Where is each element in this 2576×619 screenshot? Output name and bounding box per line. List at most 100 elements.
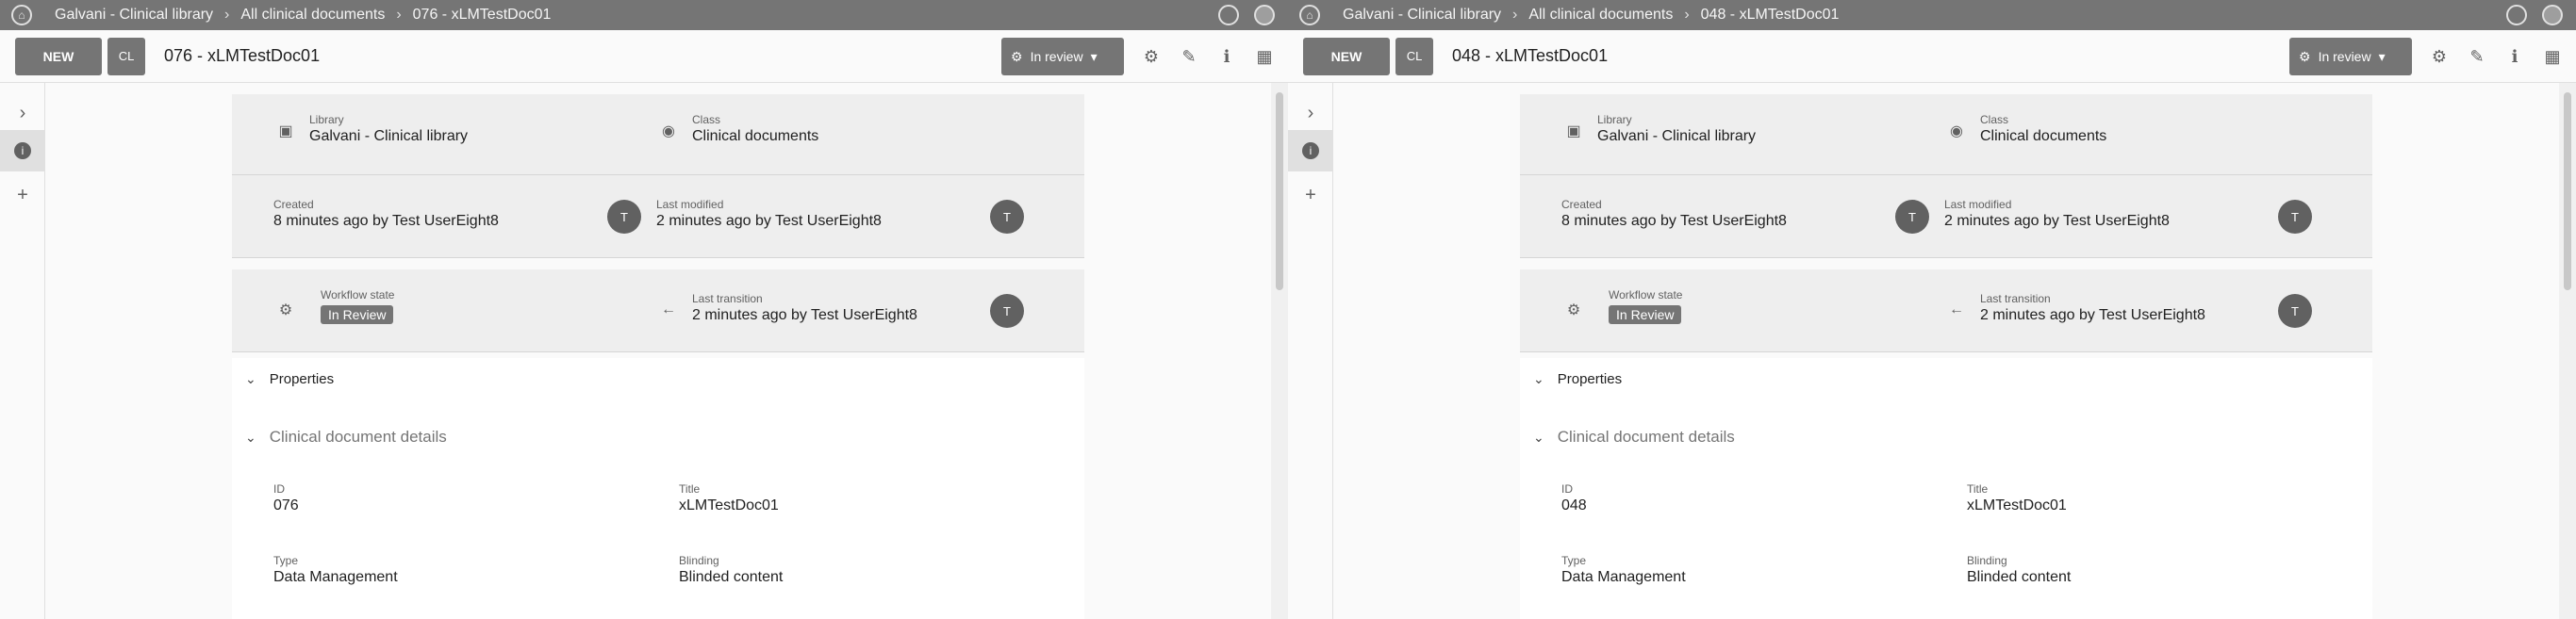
class-value[interactable]: Clinical documents	[1980, 128, 2106, 145]
library-label: Library	[1597, 113, 1632, 126]
field-label: ID	[1561, 482, 1573, 496]
breadcrumb-bar: ⌂ Galvani - Clinical library › All clini…	[0, 0, 1288, 30]
breadcrumb-document: 048 - xLMTestDoc01	[1700, 7, 1840, 23]
details-header[interactable]: ⌄ Clinical document details	[1533, 428, 1735, 447]
scrollbar-thumb[interactable]	[2564, 92, 2571, 290]
workflow-state-label: In review	[2318, 49, 2371, 64]
field-label: Blinding	[679, 554, 719, 567]
bell-icon[interactable]	[2542, 5, 2563, 25]
document-class-button[interactable]: CL	[1395, 37, 1433, 75]
class-field: Class Clinical documents	[692, 113, 818, 145]
pencil-icon[interactable]: ✎	[2467, 46, 2487, 67]
gear-icon[interactable]: ⚙	[2429, 46, 2450, 67]
avatar[interactable]: T	[1895, 200, 1929, 234]
chevron-right-icon[interactable]: ›	[0, 92, 45, 134]
class-value[interactable]: Clinical documents	[692, 128, 818, 145]
field-value[interactable]: Data Management	[273, 569, 398, 586]
type-field: Type Data Management	[1561, 554, 1686, 586]
created-field: Created 8 minutes ago by Test UserEight8	[273, 198, 499, 230]
chevron-down-icon: ⌄	[245, 371, 256, 386]
pencil-icon[interactable]: ✎	[1179, 46, 1199, 67]
avatar[interactable]: T	[607, 200, 641, 234]
properties-heading: Properties	[269, 371, 335, 387]
field-value: 048	[1561, 497, 1587, 513]
layout-icon[interactable]: ▦	[1254, 46, 1275, 67]
library-value[interactable]: Galvani - Clinical library	[309, 128, 468, 145]
layout-icon[interactable]: ▦	[2542, 46, 2563, 67]
refresh-icon[interactable]	[2506, 5, 2527, 25]
breadcrumb-library[interactable]: Galvani - Clinical library	[55, 7, 213, 24]
document-content: ▣ Library Galvani - Clinical library ◉ C…	[45, 83, 1271, 619]
info-icon[interactable]: ℹ	[2504, 46, 2525, 67]
field-value[interactable]: xLMTestDoc01	[1967, 497, 2067, 514]
refresh-icon[interactable]	[1218, 5, 1239, 25]
last-transition-label: Last transition	[692, 292, 763, 305]
scrollbar[interactable]	[1271, 83, 1288, 619]
field-label: Blinding	[1967, 554, 2007, 567]
library-field: Library Galvani - Clinical library	[1597, 113, 1756, 145]
avatar[interactable]: T	[990, 200, 1024, 234]
created-value: 8 minutes ago by Test UserEight8	[1561, 213, 1787, 229]
plus-icon[interactable]: +	[0, 174, 45, 216]
workflow-state-label: Workflow state	[321, 288, 395, 301]
home-icon[interactable]: ⌂	[11, 5, 32, 25]
library-value[interactable]: Galvani - Clinical library	[1597, 128, 1756, 145]
bell-icon[interactable]	[1254, 5, 1275, 25]
last-modified-value: 2 minutes ago by Test UserEight8	[1944, 213, 2170, 229]
info-icon[interactable]: ℹ	[1216, 46, 1237, 67]
workflow-state-field: Workflow state In Review	[321, 288, 394, 324]
workflow-state-button[interactable]: ⚙ In review ▾	[2289, 38, 2412, 75]
document-pane-left: ⌂ Galvani - Clinical library › All clini…	[0, 0, 1288, 619]
document-class-button[interactable]: CL	[107, 37, 145, 75]
scrollbar[interactable]	[2559, 83, 2576, 619]
new-button[interactable]: NEW	[1303, 37, 1390, 75]
last-transition-value: 2 minutes ago by Test UserEight8	[1980, 307, 2205, 323]
properties-header[interactable]: ⌄ Properties	[1533, 371, 1622, 387]
chevron-down-icon: ⌄	[1533, 371, 1544, 386]
class-label: Class	[692, 113, 721, 126]
breadcrumb-separator-icon: ›	[396, 7, 402, 23]
breadcrumb-collection[interactable]: All clinical documents	[240, 7, 385, 24]
new-button-label: NEW	[42, 48, 74, 64]
type-field: Type Data Management	[273, 554, 398, 586]
home-icon[interactable]: ⌂	[1299, 5, 1320, 25]
gear-icon[interactable]: ⚙	[1141, 46, 1162, 67]
scrollbar-thumb[interactable]	[1276, 92, 1283, 290]
field-value[interactable]: Data Management	[1561, 569, 1686, 586]
blinding-field: Blinding Blinded content	[679, 554, 783, 586]
info-panel-toggle[interactable]: i	[1288, 130, 1333, 171]
new-button[interactable]: NEW	[15, 37, 102, 75]
chevron-down-icon: ⌄	[1533, 429, 1544, 445]
avatar[interactable]: T	[2278, 200, 2312, 234]
field-value[interactable]: xLMTestDoc01	[679, 497, 779, 514]
field-label: Type	[1561, 554, 1587, 567]
field-value: 076	[273, 497, 299, 513]
info-panel-toggle[interactable]: i	[0, 130, 45, 171]
document-content: ▣ Library Galvani - Clinical library ◉ C…	[1333, 83, 2559, 619]
field-value[interactable]: Blinded content	[1967, 569, 2071, 586]
info-icon: i	[14, 142, 31, 159]
last-transition-value: 2 minutes ago by Test UserEight8	[692, 307, 917, 323]
created-label: Created	[1561, 198, 1602, 211]
class-field: Class Clinical documents	[1980, 113, 2106, 145]
breadcrumb-collection[interactable]: All clinical documents	[1528, 7, 1673, 24]
workflow-state-button[interactable]: ⚙ In review ▾	[1001, 38, 1124, 75]
arrow-left-icon: ←	[1949, 301, 1964, 318]
avatar[interactable]: T	[990, 294, 1024, 328]
properties-header[interactable]: ⌄ Properties	[245, 371, 334, 387]
last-transition-field: Last transition 2 minutes ago by Test Us…	[1980, 292, 2205, 324]
document-toolbar: NEW CL 076 - xLMTestDoc01 ⚙ In review ▾ …	[0, 30, 1288, 83]
details-header[interactable]: ⌄ Clinical document details	[245, 428, 447, 447]
workflow-state-field: Workflow state In Review	[1609, 288, 1682, 324]
plus-icon[interactable]: +	[1288, 174, 1333, 216]
breadcrumb-library[interactable]: Galvani - Clinical library	[1343, 7, 1501, 24]
field-value[interactable]: Blinded content	[679, 569, 783, 586]
left-rail: › i +	[0, 83, 45, 619]
library-field: Library Galvani - Clinical library	[309, 113, 468, 145]
workflow-state-label: Workflow state	[1609, 288, 1683, 301]
field-label: Title	[679, 482, 701, 496]
avatar[interactable]: T	[2278, 294, 2312, 328]
id-field: ID 048	[1561, 482, 1587, 514]
document-title: 076 - xLMTestDoc01	[164, 46, 321, 65]
chevron-right-icon[interactable]: ›	[1288, 92, 1333, 134]
